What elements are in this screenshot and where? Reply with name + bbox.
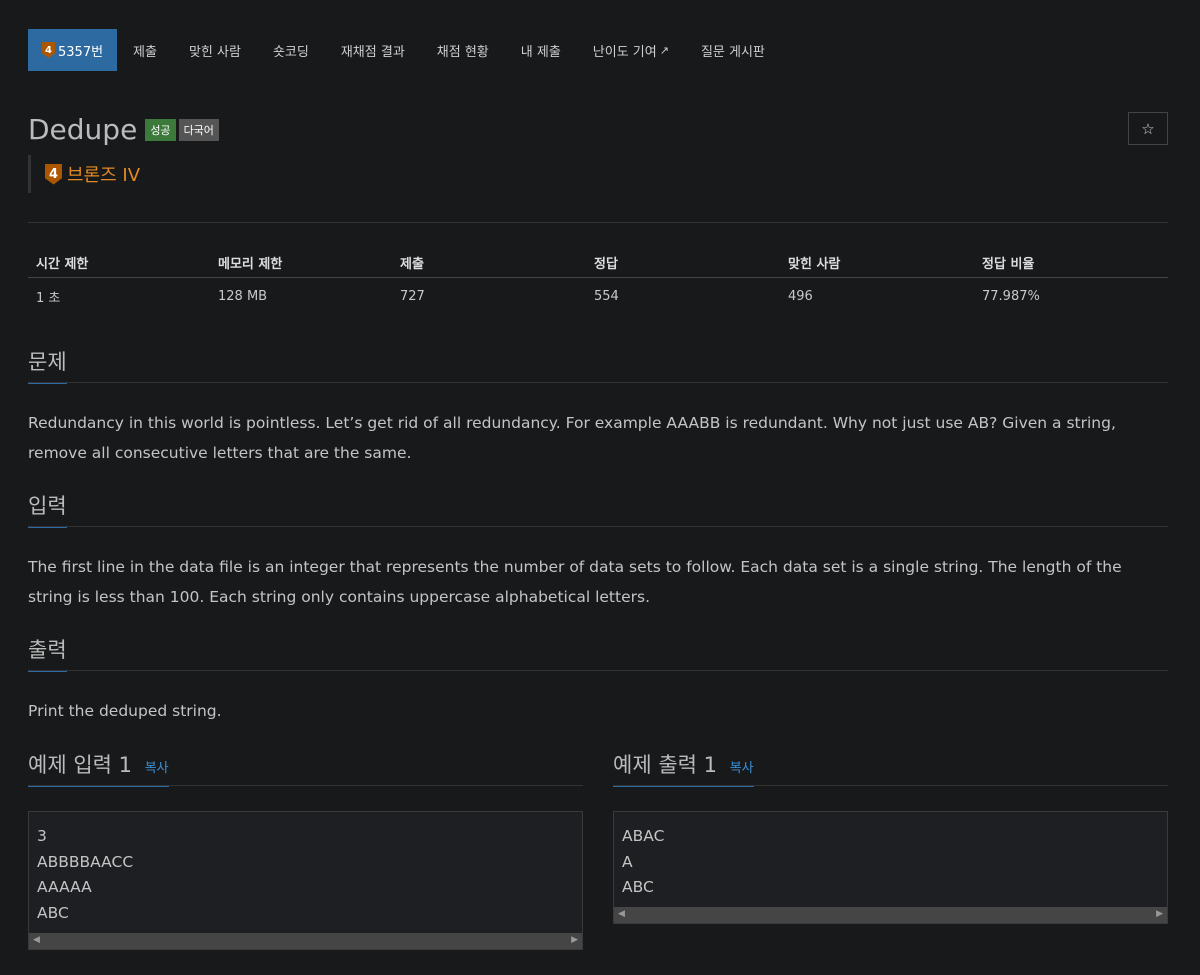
scroll-left-icon[interactable]: ◀ (618, 909, 625, 919)
problem-description: Redundancy in this world is pointless. L… (28, 414, 1116, 462)
sample-input-text: 3 ABBBBAACC AAAAA ABC (37, 827, 134, 923)
star-icon: ☆ (1141, 119, 1155, 138)
divider (28, 785, 583, 786)
input-description: The first line in the data file is an in… (28, 558, 1122, 606)
tab-status[interactable]: 채점 현황 (421, 29, 505, 71)
tab-difficulty[interactable]: 난이도 기여 ↗ (577, 29, 685, 71)
time-limit: 1 초 (36, 290, 61, 306)
header-accepted: 정답 (594, 257, 618, 272)
accept-rate: 77.987% (982, 288, 1040, 304)
sample-output-text: ABAC A ABC (622, 827, 665, 897)
divider (28, 222, 1168, 223)
problem-heading: 문제 (28, 346, 67, 384)
header-submissions: 제출 (400, 257, 424, 272)
problem-info-table: 시간 제한 메모리 제한 제출 정답 맞힌 사람 정답 비율 1 초 128 M… (28, 248, 1168, 314)
tab-submit[interactable]: 제출 (117, 29, 173, 71)
header-accept-rate: 정답 비율 (982, 257, 1035, 272)
problem-nav: 4 5357번 제출 맞힌 사람 숏코딩 재채점 결과 채점 현황 내 제출 난… (28, 29, 1168, 71)
horizontal-scrollbar[interactable]: ◀ ▶ (29, 932, 582, 949)
tier-line: 4 브론즈 IV (28, 155, 140, 193)
output-heading: 출력 (28, 634, 67, 672)
bronze-tier-icon: 4 (45, 163, 62, 185)
header-time-limit: 시간 제한 (36, 257, 89, 272)
header-memory-limit: 메모리 제한 (218, 257, 283, 272)
external-link-icon: ↗ (659, 43, 669, 57)
bronze-tier-icon: 4 (42, 42, 55, 58)
tier-label[interactable]: 브론즈 IV (67, 161, 140, 187)
sample-output-title: 예제 출력 1 (613, 753, 717, 777)
divider (613, 785, 1168, 786)
sample-input-box[interactable]: 3 ABBBBAACC AAAAA ABC ◀ ▶ (28, 811, 583, 950)
solved-users: 496 (788, 288, 813, 304)
input-heading: 입력 (28, 490, 67, 528)
tab-short-coding[interactable]: 숏코딩 (257, 29, 325, 71)
scroll-right-icon[interactable]: ▶ (571, 935, 578, 945)
success-badge[interactable]: 성공 (145, 118, 176, 141)
table-row: 1 초 128 MB 727 554 496 77.987% (28, 278, 1168, 314)
horizontal-scrollbar[interactable]: ◀ ▶ (614, 907, 1167, 924)
submissions: 727 (400, 288, 425, 304)
sample-input-title: 예제 입력 1 (28, 753, 132, 777)
sample-output-box[interactable]: ABAC A ABC ◀ ▶ (613, 811, 1168, 925)
copy-input-link[interactable]: 복사 (145, 761, 169, 776)
problem-number: 5357번 (58, 44, 104, 60)
copy-output-link[interactable]: 복사 (730, 761, 754, 776)
header-solved-users: 맞힌 사람 (788, 257, 841, 272)
star-button[interactable]: ☆ (1128, 112, 1168, 145)
divider (28, 526, 1168, 527)
divider (28, 670, 1168, 671)
tab-solved-users[interactable]: 맞힌 사람 (173, 29, 257, 71)
scroll-right-icon[interactable]: ▶ (1156, 909, 1163, 919)
accepted: 554 (594, 288, 619, 304)
tab-my-submissions[interactable]: 내 제출 (505, 29, 577, 71)
title-row: Dedupe 성공 다국어 (28, 113, 222, 146)
tab-rejudge[interactable]: 재채점 결과 (325, 29, 421, 71)
tab-problem[interactable]: 4 5357번 (28, 29, 118, 71)
scroll-left-icon[interactable]: ◀ (33, 935, 40, 945)
sample-input-heading: 예제 입력 1 복사 (28, 749, 169, 787)
tab-board[interactable]: 질문 게시판 (685, 29, 781, 71)
memory-limit: 128 MB (218, 288, 268, 304)
page-title: Dedupe (28, 113, 138, 146)
multilang-badge[interactable]: 다국어 (178, 118, 219, 141)
output-description: Print the deduped string. (28, 702, 222, 720)
divider (28, 382, 1168, 383)
table-header: 시간 제한 메모리 제한 제출 정답 맞힌 사람 정답 비율 (28, 248, 1168, 278)
tab-difficulty-label: 난이도 기여 (592, 44, 657, 60)
sample-output-heading: 예제 출력 1 복사 (613, 749, 754, 787)
